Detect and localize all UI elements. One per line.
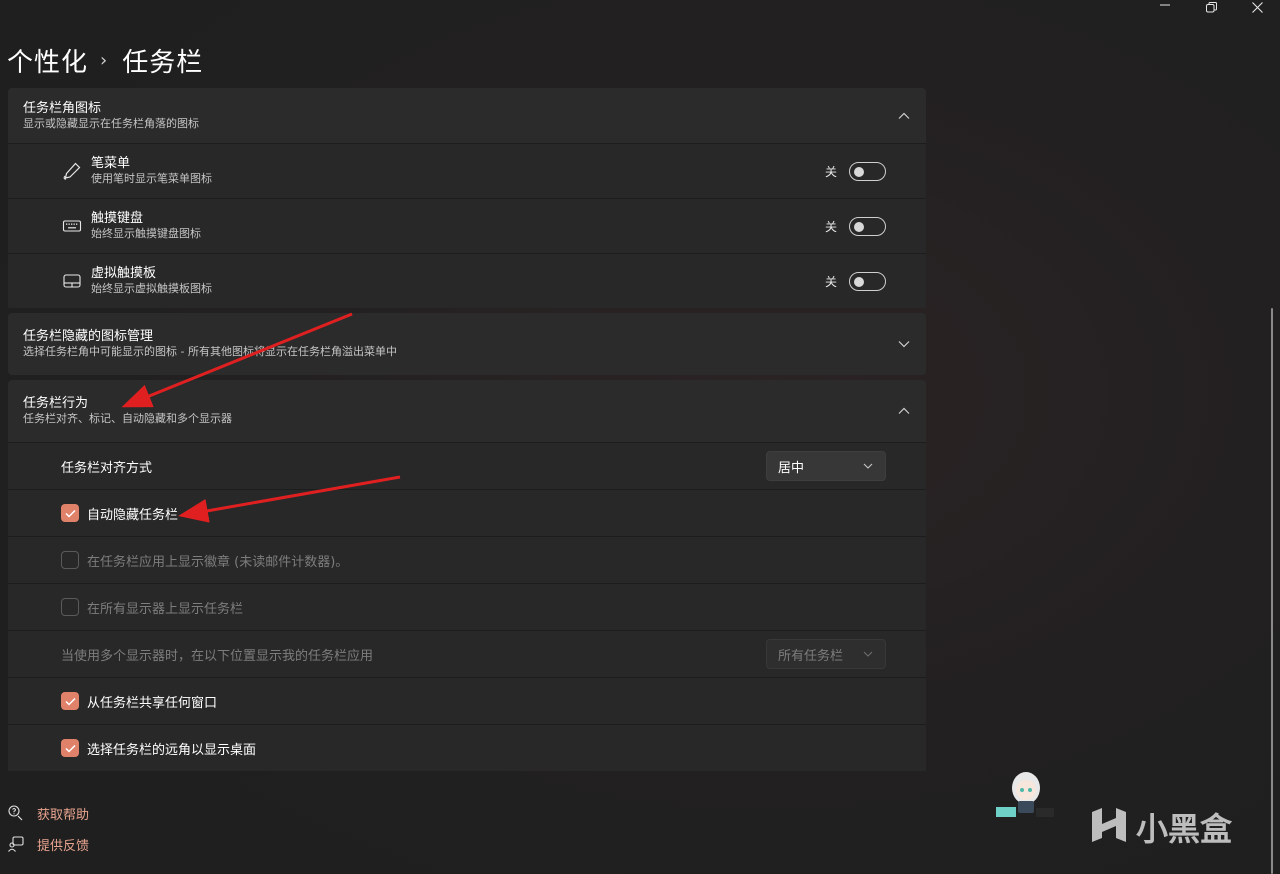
virtual-touchpad-title: 虚拟触摸板 bbox=[91, 266, 157, 281]
minimize-button[interactable] bbox=[1142, 0, 1188, 14]
help-icon bbox=[6, 803, 26, 823]
alignment-value: 居中 bbox=[778, 460, 805, 476]
alignment-label: 任务栏对齐方式 bbox=[61, 460, 153, 476]
auto-hide-checkbox[interactable] bbox=[61, 504, 79, 522]
badges-label: 在任务栏应用上显示徽章 (未读邮件计数器)。 bbox=[87, 554, 349, 570]
toggle-state-label: 关 bbox=[824, 219, 837, 234]
far-corner-checkbox[interactable] bbox=[61, 739, 79, 757]
chevron-down-icon bbox=[863, 651, 873, 657]
pen-menu-title: 笔菜单 bbox=[91, 156, 131, 171]
section-subtitle: 选择任务栏角中可能显示的图标 - 所有其他图标将显示在任务栏角溢出菜单中 bbox=[23, 345, 397, 358]
page-title: 任务栏 bbox=[122, 48, 204, 78]
close-icon bbox=[1251, 1, 1263, 13]
share-window-checkbox[interactable] bbox=[61, 692, 79, 710]
alignment-row: 任务栏对齐方式 居中 bbox=[8, 442, 926, 489]
share-window-row: 从任务栏共享任何窗口 bbox=[8, 677, 926, 724]
taskbar-behavior-header[interactable]: 任务栏行为 任务栏对齐、标记、自动隐藏和多个显示器 bbox=[8, 380, 926, 442]
section-title: 任务栏行为 bbox=[23, 396, 89, 411]
window-controls bbox=[1142, 0, 1280, 14]
section-title: 任务栏隐藏的图标管理 bbox=[23, 329, 154, 344]
virtual-touchpad-subtitle: 始终显示虚拟触摸板图标 bbox=[91, 282, 212, 295]
all-displays-label: 在所有显示器上显示任务栏 bbox=[87, 601, 244, 617]
checkmark-icon bbox=[64, 509, 76, 518]
section-title: 任务栏角图标 bbox=[23, 100, 102, 116]
multi-display-value: 所有任务栏 bbox=[778, 648, 844, 664]
footer-links: 获取帮助 提供反馈 bbox=[6, 801, 89, 863]
taskbar-corner-icons-card: 任务栏角图标 显示或隐藏显示在任务栏角落的图标 笔菜单 使用笔时显示笔菜单图标 … bbox=[8, 88, 926, 308]
settings-content: 任务栏角图标 显示或隐藏显示在任务栏角落的图标 笔菜单 使用笔时显示笔菜单图标 … bbox=[8, 88, 926, 776]
chevron-up-icon[interactable] bbox=[896, 108, 912, 124]
auto-hide-row: 自动隐藏任务栏 bbox=[8, 489, 926, 536]
multi-display-dropdown[interactable]: 所有任务栏 bbox=[766, 639, 886, 669]
scrollbar[interactable] bbox=[1271, 308, 1273, 874]
get-help-link[interactable]: 获取帮助 bbox=[6, 801, 89, 825]
far-corner-label[interactable]: 选择任务栏的远角以显示桌面 bbox=[87, 739, 256, 758]
checkmark-icon bbox=[64, 697, 76, 706]
give-feedback-link[interactable]: 提供反馈 bbox=[6, 832, 89, 856]
multi-display-row: 当使用多个显示器时，在以下位置显示我的任务栏应用 所有任务栏 bbox=[8, 630, 926, 677]
watermark-text: 小黑盒 bbox=[1136, 810, 1233, 848]
keyboard-icon bbox=[61, 215, 83, 237]
touch-keyboard-title: 触摸键盘 bbox=[91, 211, 144, 226]
all-displays-row: 在所有显示器上显示任务栏 bbox=[8, 583, 926, 630]
badges-checkbox[interactable] bbox=[61, 551, 79, 569]
far-corner-row: 选择任务栏的远角以显示桌面 bbox=[8, 724, 926, 771]
touch-keyboard-toggle[interactable] bbox=[849, 216, 886, 236]
taskbar-corner-icons-header[interactable]: 任务栏角图标 显示或隐藏显示在任务栏角落的图标 bbox=[8, 88, 926, 143]
touch-keyboard-subtitle: 始终显示触摸键盘图标 bbox=[91, 227, 201, 240]
toggle-state-label: 关 bbox=[824, 164, 837, 179]
feedback-icon bbox=[6, 834, 26, 854]
pen-menu-subtitle: 使用笔时显示笔菜单图标 bbox=[91, 172, 212, 185]
checkmark-icon bbox=[64, 744, 76, 753]
section-subtitle: 任务栏对齐、标记、自动隐藏和多个显示器 bbox=[23, 412, 232, 425]
restore-button[interactable] bbox=[1188, 0, 1234, 14]
chevron-down-icon bbox=[863, 463, 873, 469]
breadcrumb-parent[interactable]: 个性化 bbox=[7, 42, 88, 79]
breadcrumb: 个性化 › 任务栏 bbox=[7, 42, 203, 79]
toggle-state-label: 关 bbox=[824, 274, 837, 289]
share-window-label[interactable]: 从任务栏共享任何窗口 bbox=[87, 692, 217, 711]
heybox-logo-icon bbox=[1092, 808, 1126, 842]
badges-row: 在任务栏应用上显示徽章 (未读邮件计数器)。 bbox=[8, 536, 926, 583]
all-displays-checkbox[interactable] bbox=[61, 598, 79, 616]
virtual-touchpad-toggle[interactable] bbox=[849, 271, 886, 291]
hidden-icons-header[interactable]: 任务栏隐藏的图标管理 选择任务栏角中可能显示的图标 - 所有其他图标将显示在任务… bbox=[8, 313, 926, 375]
breadcrumb-separator: › bbox=[100, 50, 109, 71]
minimize-icon bbox=[1160, 4, 1170, 6]
alignment-dropdown[interactable]: 居中 bbox=[766, 451, 886, 481]
hidden-icons-card: 任务栏隐藏的图标管理 选择任务栏角中可能显示的图标 - 所有其他图标将显示在任务… bbox=[8, 313, 926, 375]
chevron-up-icon[interactable] bbox=[896, 403, 912, 419]
multi-display-label: 当使用多个显示器时，在以下位置显示我的任务栏应用 bbox=[61, 648, 374, 664]
chevron-down-icon[interactable] bbox=[896, 336, 912, 352]
touchpad-icon bbox=[61, 270, 83, 292]
get-help-label[interactable]: 获取帮助 bbox=[37, 804, 89, 823]
pen-menu-toggle[interactable] bbox=[849, 161, 886, 181]
taskbar-behavior-card: 任务栏行为 任务栏对齐、标记、自动隐藏和多个显示器 任务栏对齐方式 居中 自动隐… bbox=[8, 380, 926, 771]
close-button[interactable] bbox=[1234, 0, 1280, 14]
auto-hide-label[interactable]: 自动隐藏任务栏 bbox=[87, 504, 178, 523]
pen-menu-row: 笔菜单 使用笔时显示笔菜单图标 关 bbox=[8, 143, 926, 198]
mascot-sticker-image bbox=[996, 772, 1054, 817]
touch-keyboard-row: 触摸键盘 始终显示触摸键盘图标 关 bbox=[8, 198, 926, 253]
give-feedback-label[interactable]: 提供反馈 bbox=[37, 835, 89, 854]
restore-icon bbox=[1205, 1, 1217, 12]
section-subtitle: 显示或隐藏显示在任务栏角落的图标 bbox=[23, 116, 199, 130]
pen-icon bbox=[61, 160, 83, 182]
watermark: 小黑盒 bbox=[1088, 804, 1232, 850]
virtual-touchpad-row: 虚拟触摸板 始终显示虚拟触摸板图标 关 bbox=[8, 253, 926, 308]
